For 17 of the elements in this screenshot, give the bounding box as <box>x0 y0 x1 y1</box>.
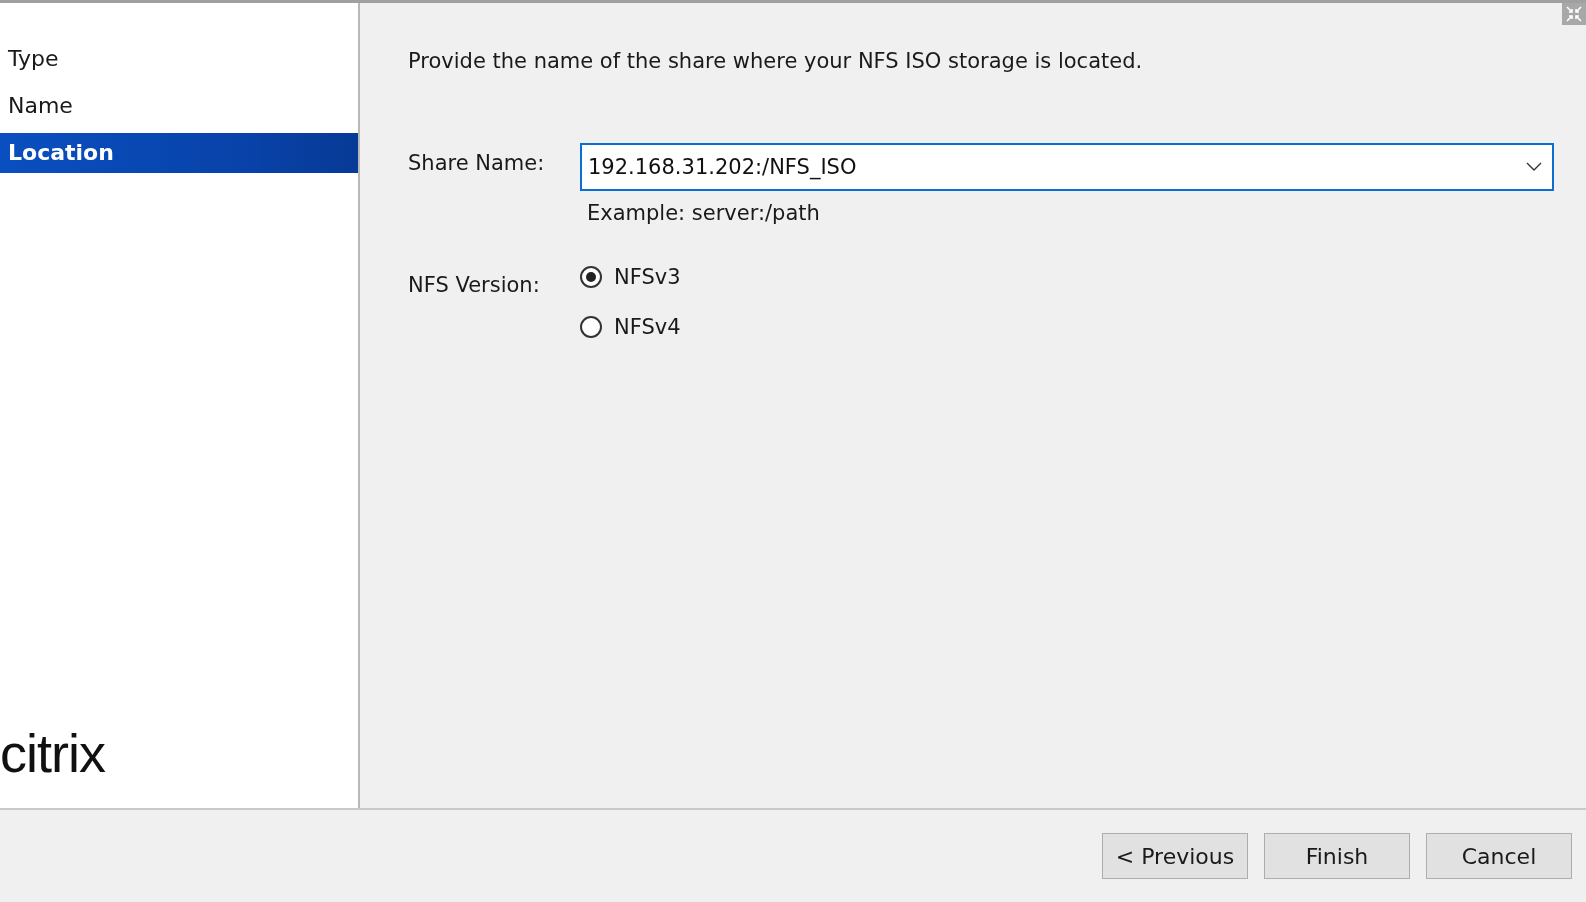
field-label: NFS Version: <box>408 272 541 297</box>
wizard-button[interactable]: Finish <box>1264 833 1410 879</box>
radio-label[interactable]: NFSv4 <box>614 315 681 339</box>
sidebar-item[interactable]: Type <box>0 39 358 79</box>
radio-button[interactable] <box>580 266 602 288</box>
radio-label[interactable]: NFSv3 <box>614 265 681 289</box>
wizard-button[interactable]: < Previous <box>1102 833 1248 879</box>
chevron-down-icon[interactable] <box>1526 162 1542 172</box>
sidebar-item[interactable]: Location <box>0 133 358 173</box>
field-label: Share Name: <box>408 150 546 175</box>
sidebar-item[interactable]: Name <box>0 86 358 126</box>
share-name-combobox[interactable]: 192.168.31.202:/NFS_ISO <box>580 143 1554 191</box>
hint-text: Example: server:/path <box>587 201 821 225</box>
wizard-button[interactable]: Cancel <box>1426 833 1572 879</box>
instruction-text: Provide the name of the share where your NFS ISO storage is located. <box>408 49 1144 73</box>
radio-button[interactable] <box>580 316 602 338</box>
logo-text: citrix <box>0 726 105 780</box>
